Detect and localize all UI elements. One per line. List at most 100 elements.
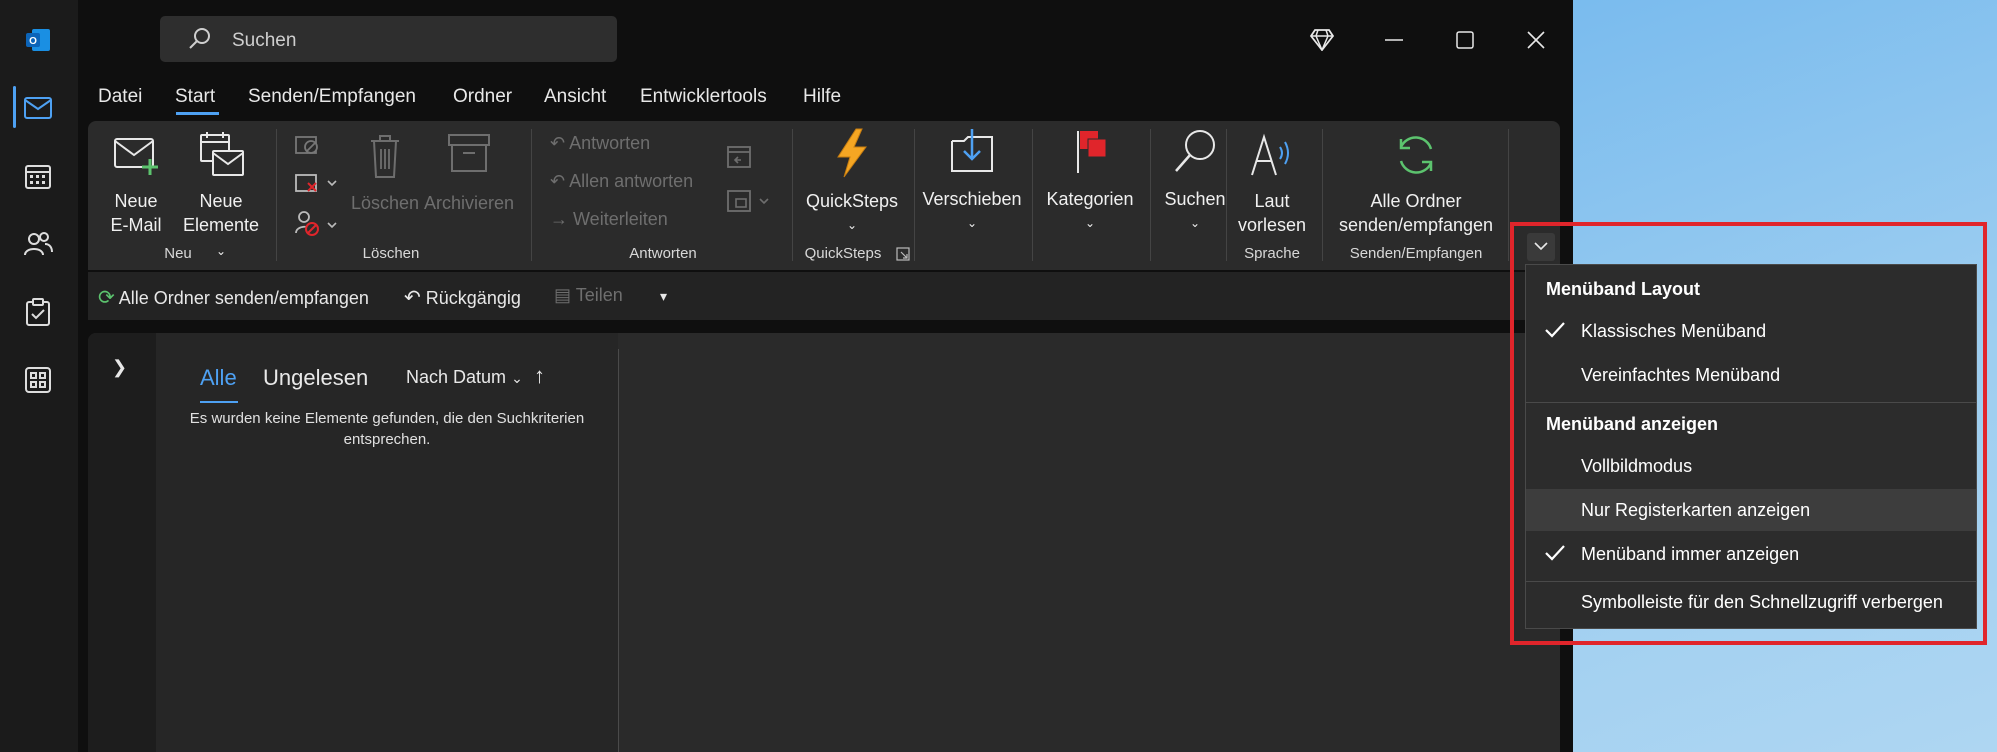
mail-icon[interactable] [18,88,58,128]
message-list: Alle Ungelesen Nach Datum ⌄ ↑ Es wurden … [156,333,618,752]
ribbon-separator [276,129,277,261]
group-sprache-label: Sprache [1244,245,1300,262]
new-mail-icon [100,133,172,189]
tab-datei[interactable]: Datei [98,86,142,108]
tab-entwicklertools[interactable]: Entwicklertools [640,86,767,108]
premium-diamond-icon[interactable] [1302,22,1342,58]
ribbon-separator [1508,129,1509,261]
cleanup-icon[interactable] [294,171,338,200]
app-bar: O [0,0,78,752]
suchen-button[interactable]: Suchen ⌄ [1154,127,1236,235]
active-tab-underline [176,112,219,115]
neue-elemente-button[interactable]: Neue Elemente ⌄ [178,131,264,263]
ribbon-separator [914,129,915,261]
antworten-label: Antworten [569,133,651,153]
active-indicator [13,86,16,128]
tab-senden-empfangen[interactable]: Senden/Empfangen [248,86,416,108]
more-reply-icon[interactable] [726,187,772,218]
neue-elemente-label-1: Neue [199,191,243,211]
chevron-down-icon: ⌄ [846,218,858,232]
tab-hilfe[interactable]: Hilfe [803,86,841,108]
allen-antworten-label: Allen antworten [569,171,694,191]
alle-ordner-label-2: senden/empfangen [1338,215,1494,235]
filter-alle-tab[interactable]: Alle [200,365,237,391]
outlook-window: O Suchen Datei Start Senden/Empfangen Or… [0,0,1573,752]
minimize-button[interactable] [1374,22,1414,58]
expand-folder-pane-icon[interactable]: ❯ [112,357,127,378]
apps-icon[interactable] [18,360,58,400]
tab-ordner[interactable]: Ordner [453,86,512,108]
search-box[interactable]: Suchen [160,16,617,62]
sort-direction-arrow-icon[interactable]: ↑ [534,363,545,389]
ignore-icon[interactable] [294,133,320,162]
alle-ordner-label-1: Alle Ordner [1370,191,1462,211]
kategorien-button[interactable]: Kategorien ⌄ [1038,127,1142,235]
lightning-icon [800,127,904,189]
quicksteps-label: QuickSteps [805,191,899,211]
loeschen-button[interactable]: Löschen [350,133,420,215]
share-icon: ▤ [554,285,572,305]
tasks-icon[interactable] [18,292,58,332]
verschieben-label: Verschieben [922,189,1022,209]
filter-active-underline [200,401,238,403]
sort-label: Nach Datum [406,367,507,387]
laut-label: Laut [1254,191,1290,211]
archivieren-label: Archivieren [424,193,515,213]
close-button[interactable] [1516,22,1556,58]
quicksteps-button[interactable]: QuickSteps ⌄ [800,127,904,237]
weiterleiten-button[interactable]: → Weiterleiten [550,209,668,230]
qat-teilen-button[interactable]: ▤ Teilen [554,285,623,306]
ribbon-separator [531,129,532,261]
laut-vorlesen-button[interactable]: Laut vorlesen [1230,131,1314,237]
chevron-down-icon: ⌄ [1189,216,1201,230]
dialog-launcher-icon[interactable] [896,247,910,266]
sync-icon: ⟳ [98,287,115,309]
alle-ordner-senden-empfangen-button[interactable]: Alle Ordner senden/empfangen [1328,131,1504,237]
neue-email-button[interactable]: Neue E-Mail [100,133,172,237]
junk-icon[interactable] [294,209,338,242]
calendar-icon[interactable] [18,156,58,196]
people-icon[interactable] [18,224,58,264]
archivieren-button[interactable]: Archivieren [424,133,514,215]
filter-ungelesen-tab[interactable]: Ungelesen [263,365,368,391]
maximize-button[interactable] [1445,22,1485,58]
forward-icon: → [550,209,568,229]
search-placeholder: Suchen [232,30,297,51]
new-items-icon [178,131,264,189]
neue-elemente-label-2: Elemente [182,215,260,235]
ribbon-separator [1150,129,1151,261]
qat-alle-ordner-label: Alle Ordner senden/empfangen [118,288,369,308]
sort-dropdown[interactable]: Nach Datum ⌄ [406,367,523,388]
tab-start[interactable]: Start [175,86,215,108]
ribbon: Neue E-Mail Neue Elemente ⌄ Neu Löschen [88,121,1560,270]
verschieben-button[interactable]: Verschieben ⌄ [920,127,1024,235]
trash-icon [350,133,420,191]
chevron-down-icon: ⌄ [511,370,523,386]
highlight-annotation-box [1510,222,1987,645]
neue-email-label-2: E-Mail [110,215,162,235]
qat-teilen-label: Teilen [575,285,623,305]
ribbon-separator [1322,129,1323,261]
search-icon [188,27,212,56]
qat-alle-ordner-button[interactable]: ⟳ Alle Ordner senden/empfangen [98,285,369,310]
reply-icon: ↶ [550,133,566,153]
reply-all-icon: ↶ [550,171,566,191]
ribbon-separator [1032,129,1033,261]
pane-divider[interactable] [618,349,619,752]
read-aloud-icon [1230,131,1314,189]
loeschen-label: Löschen [350,193,420,213]
quick-access-toolbar: ⟳ Alle Ordner senden/empfangen ↶ Rückgän… [88,272,1560,320]
allen-antworten-button[interactable]: ↶ Allen antworten [550,171,693,192]
group-loeschen-label: Löschen [362,245,420,262]
ribbon-separator [792,129,793,261]
tab-ansicht[interactable]: Ansicht [544,86,606,108]
move-icon [920,127,1024,187]
group-neu-label: Neu [164,245,192,262]
chevron-down-icon: ▾ [660,288,668,304]
antworten-button[interactable]: ↶ Antworten [550,133,650,154]
qat-customize-button[interactable]: ▾ [660,288,667,305]
qat-rueckgaengig-button[interactable]: ↶ Rückgängig [404,285,521,310]
suchen-label: Suchen [1164,189,1226,209]
sync-icon [1328,131,1504,189]
meeting-reply-icon[interactable] [726,143,752,174]
